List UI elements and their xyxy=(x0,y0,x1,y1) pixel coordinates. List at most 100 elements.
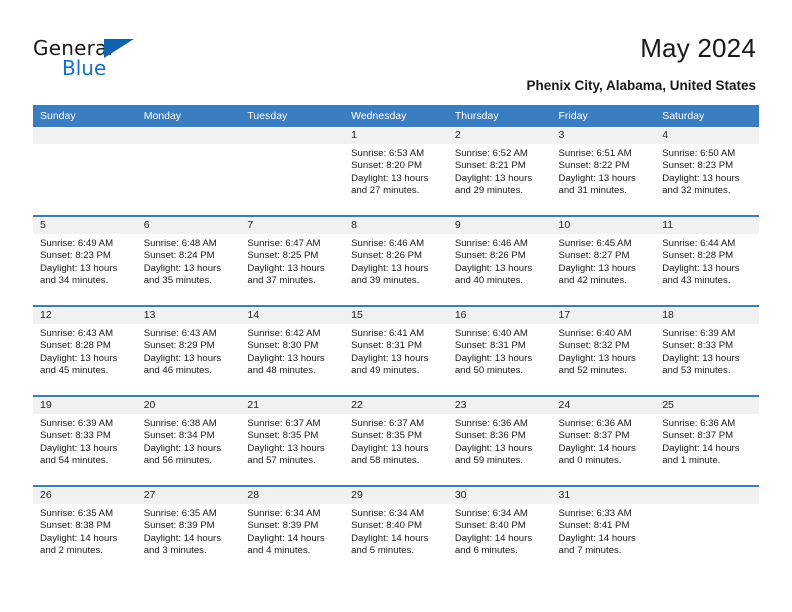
day-cell-content: 23 Sunrise: 6:36 AM Sunset: 8:36 PM Dayligh… xyxy=(447,397,552,485)
weekday-header-sunday: Sunday xyxy=(33,105,137,127)
calendar-day-cell[interactable]: 19 Sunrise: 6:39 AM Sunset: 8:33 PM Dayligh… xyxy=(33,395,137,486)
day-number: 10 xyxy=(551,217,656,234)
day-number: 15 xyxy=(344,307,448,324)
day-number: 25 xyxy=(655,397,759,414)
sunset-time: Sunset: 8:22 PM xyxy=(558,160,630,172)
day-number: 18 xyxy=(655,307,759,324)
day-number: 4 xyxy=(655,127,759,144)
day-number: 17 xyxy=(551,307,656,324)
sunrise-time: Sunrise: 6:39 AM xyxy=(40,418,114,429)
sunset-time: Sunset: 8:25 PM xyxy=(247,250,319,262)
calendar-day-cell[interactable]: 8 Sunrise: 6:46 AM Sunset: 8:26 PM Daylight… xyxy=(344,215,448,306)
calendar-day-cell[interactable]: 13 Sunrise: 6:43 AM Sunset: 8:29 PM Dayligh… xyxy=(136,305,241,396)
sunset-time: Sunset: 8:31 PM xyxy=(351,340,423,352)
calendar-day-cell[interactable]: 7 Sunrise: 6:47 AM Sunset: 8:25 PM Daylight… xyxy=(240,215,345,306)
calendar-day-cell[interactable]: 12 Sunrise: 6:43 AM Sunset: 8:28 PM Dayligh… xyxy=(33,305,137,396)
calendar-week-row: 5 Sunrise: 6:49 AM Sunset: 8:23 PM Daylight… xyxy=(33,215,759,306)
day-cell-content: 7 Sunrise: 6:47 AM Sunset: 8:25 PM Daylight… xyxy=(240,217,345,305)
sunset-time: Sunset: 8:26 PM xyxy=(454,250,526,262)
day-number: 1 xyxy=(344,127,448,144)
general-blue-logo[interactable]: General Blue xyxy=(33,36,143,80)
calendar-day-cell[interactable]: 10 Sunrise: 6:45 AM Sunset: 8:27 PM Dayligh… xyxy=(551,215,656,306)
day-number: 12 xyxy=(33,307,137,324)
calendar-day-cell[interactable]: 4 Sunrise: 6:50 AM Sunset: 8:23 PM Daylight… xyxy=(655,127,759,216)
sunrise-time: Sunrise: 6:36 AM xyxy=(558,418,632,429)
weekday-header-tuesday: Tuesday xyxy=(240,105,345,127)
calendar-day-cell[interactable]: 22 Sunrise: 6:37 AM Sunset: 8:35 PM Dayligh… xyxy=(344,395,448,486)
daylight-duration: Daylight: 13 hours and 46 minutes. xyxy=(143,352,222,376)
sunset-time: Sunset: 8:24 PM xyxy=(143,250,215,262)
weekday-header-monday: Monday xyxy=(136,105,241,127)
calendar-day-cell[interactable]: 5 Sunrise: 6:49 AM Sunset: 8:23 PM Daylight… xyxy=(33,215,137,306)
calendar-day-cell[interactable]: 28 Sunrise: 6:34 AM Sunset: 8:39 PM Dayligh… xyxy=(240,485,345,575)
page-header: General Blue May 2024 Phenix City, Alaba… xyxy=(0,0,792,100)
calendar-day-cell[interactable]: 20 Sunrise: 6:38 AM Sunset: 8:34 PM Dayligh… xyxy=(136,395,241,486)
day-number: 30 xyxy=(447,487,552,504)
sunrise-time: Sunrise: 6:43 AM xyxy=(143,328,217,339)
day-number: 28 xyxy=(240,487,345,504)
daylight-duration: Daylight: 14 hours and 4 minutes. xyxy=(247,532,325,556)
calendar-day-cell[interactable]: 30 Sunrise: 6:34 AM Sunset: 8:40 PM Dayligh… xyxy=(447,485,552,575)
day-cell-content: 11 Sunrise: 6:44 AM Sunset: 8:28 PM Dayligh… xyxy=(655,217,759,305)
sunrise-time: Sunrise: 6:46 AM xyxy=(351,238,425,249)
calendar-day-cell[interactable]: 1 Sunrise: 6:53 AM Sunset: 8:20 PM Daylight… xyxy=(344,127,448,216)
sunrise-time: Sunrise: 6:43 AM xyxy=(40,328,114,339)
logo-triangle-icon xyxy=(104,39,134,58)
daylight-duration: Daylight: 13 hours and 27 minutes. xyxy=(351,172,429,196)
day-number xyxy=(240,127,345,144)
calendar-day-cell[interactable]: 26 Sunrise: 6:35 AM Sunset: 8:38 PM Dayligh… xyxy=(33,485,137,575)
daylight-duration: Daylight: 13 hours and 42 minutes. xyxy=(558,262,636,286)
day-number: 24 xyxy=(551,397,656,414)
day-sun-info: Sunrise: 6:46 AM Sunset: 8:26 PM Daylight:… xyxy=(344,234,448,287)
calendar-day-cell[interactable]: 31 Sunrise: 6:33 AM Sunset: 8:41 PM Dayligh… xyxy=(551,485,656,575)
day-sun-info: Sunrise: 6:50 AM Sunset: 8:23 PM Daylight:… xyxy=(655,144,759,197)
day-cell-content: 29 Sunrise: 6:34 AM Sunset: 8:40 PM Dayligh… xyxy=(344,487,448,575)
sunrise-time: Sunrise: 6:45 AM xyxy=(558,238,632,249)
calendar-day-cell[interactable]: 18 Sunrise: 6:39 AM Sunset: 8:33 PM Dayligh… xyxy=(655,305,759,396)
calendar-day-cell[interactable]: 11 Sunrise: 6:44 AM Sunset: 8:28 PM Dayligh… xyxy=(655,215,759,306)
page-subtitle-location: Phenix City, Alabama, United States xyxy=(526,78,756,93)
calendar-page: General Blue May 2024 Phenix City, Alaba… xyxy=(0,0,792,612)
day-number: 13 xyxy=(136,307,241,324)
day-cell-content: 19 Sunrise: 6:39 AM Sunset: 8:33 PM Dayligh… xyxy=(33,397,137,485)
calendar-day-cell[interactable]: 16 Sunrise: 6:40 AM Sunset: 8:31 PM Dayligh… xyxy=(447,305,552,396)
day-sun-info: Sunrise: 6:48 AM Sunset: 8:24 PM Daylight:… xyxy=(137,234,241,287)
day-number: 29 xyxy=(344,487,448,504)
calendar-header-row: Sunday Monday Tuesday Wednesday Thursday Frid… xyxy=(33,105,759,127)
calendar-day-cell[interactable]: 9 Sunrise: 6:46 AM Sunset: 8:26 PM Daylight… xyxy=(447,215,552,306)
day-number: 22 xyxy=(344,397,448,414)
calendar-day-cell[interactable]: 23 Sunrise: 6:36 AM Sunset: 8:36 PM Dayligh… xyxy=(447,395,552,486)
calendar-day-cell[interactable]: 2 Sunrise: 6:52 AM Sunset: 8:21 PM Daylight… xyxy=(447,127,552,216)
sunrise-time: Sunrise: 6:50 AM xyxy=(662,148,736,159)
day-sun-info: Sunrise: 6:41 AM Sunset: 8:31 PM Daylight:… xyxy=(344,324,448,377)
day-cell-content: 15 Sunrise: 6:41 AM Sunset: 8:31 PM Dayligh… xyxy=(344,307,448,395)
day-cell-content: 10 Sunrise: 6:45 AM Sunset: 8:27 PM Dayligh… xyxy=(551,217,656,305)
calendar-day-cell[interactable]: 27 Sunrise: 6:35 AM Sunset: 8:39 PM Dayligh… xyxy=(136,485,241,575)
calendar-body: 1 Sunrise: 6:53 AM Sunset: 8:20 PM Daylight… xyxy=(33,127,759,575)
sunrise-time: Sunrise: 6:48 AM xyxy=(143,238,217,249)
calendar-day-cell[interactable]: 25 Sunrise: 6:36 AM Sunset: 8:37 PM Dayligh… xyxy=(655,395,759,486)
sunset-time: Sunset: 8:23 PM xyxy=(662,160,734,172)
calendar-day-cell[interactable]: 3 Sunrise: 6:51 AM Sunset: 8:22 PM Daylight… xyxy=(551,127,656,216)
day-cell-content: 5 Sunrise: 6:49 AM Sunset: 8:23 PM Daylight… xyxy=(33,217,137,305)
sunset-time: Sunset: 8:31 PM xyxy=(454,340,526,352)
weekday-header-friday: Friday xyxy=(551,105,656,127)
day-cell-content: 12 Sunrise: 6:43 AM Sunset: 8:28 PM Dayligh… xyxy=(33,307,137,395)
sunrise-time: Sunrise: 6:36 AM xyxy=(662,418,736,429)
calendar-day-cell[interactable]: 6 Sunrise: 6:48 AM Sunset: 8:24 PM Daylight… xyxy=(136,215,241,306)
calendar-week-row: 19 Sunrise: 6:39 AM Sunset: 8:33 PM Dayligh… xyxy=(33,395,759,486)
sunrise-time: Sunrise: 6:34 AM xyxy=(247,508,321,519)
calendar-cell-empty xyxy=(33,127,137,216)
day-sun-info: Sunrise: 6:37 AM Sunset: 8:35 PM Daylight:… xyxy=(240,414,344,467)
calendar-day-cell[interactable]: 14 Sunrise: 6:42 AM Sunset: 8:30 PM Dayligh… xyxy=(240,305,345,396)
day-cell-content: 18 Sunrise: 6:39 AM Sunset: 8:33 PM Dayligh… xyxy=(655,307,759,395)
calendar-day-cell[interactable]: 15 Sunrise: 6:41 AM Sunset: 8:31 PM Dayligh… xyxy=(344,305,448,396)
calendar-day-cell[interactable]: 24 Sunrise: 6:36 AM Sunset: 8:37 PM Dayligh… xyxy=(551,395,656,486)
calendar-day-cell[interactable]: 21 Sunrise: 6:37 AM Sunset: 8:35 PM Dayligh… xyxy=(240,395,345,486)
day-cell-content: 20 Sunrise: 6:38 AM Sunset: 8:34 PM Dayligh… xyxy=(136,397,241,485)
calendar-cell-empty xyxy=(655,485,759,575)
day-sun-info: Sunrise: 6:51 AM Sunset: 8:22 PM Daylight:… xyxy=(552,144,656,197)
daylight-duration: Daylight: 13 hours and 57 minutes. xyxy=(247,442,325,466)
calendar-day-cell[interactable]: 29 Sunrise: 6:34 AM Sunset: 8:40 PM Dayligh… xyxy=(344,485,448,575)
calendar-day-cell[interactable]: 17 Sunrise: 6:40 AM Sunset: 8:32 PM Dayligh… xyxy=(551,305,656,396)
